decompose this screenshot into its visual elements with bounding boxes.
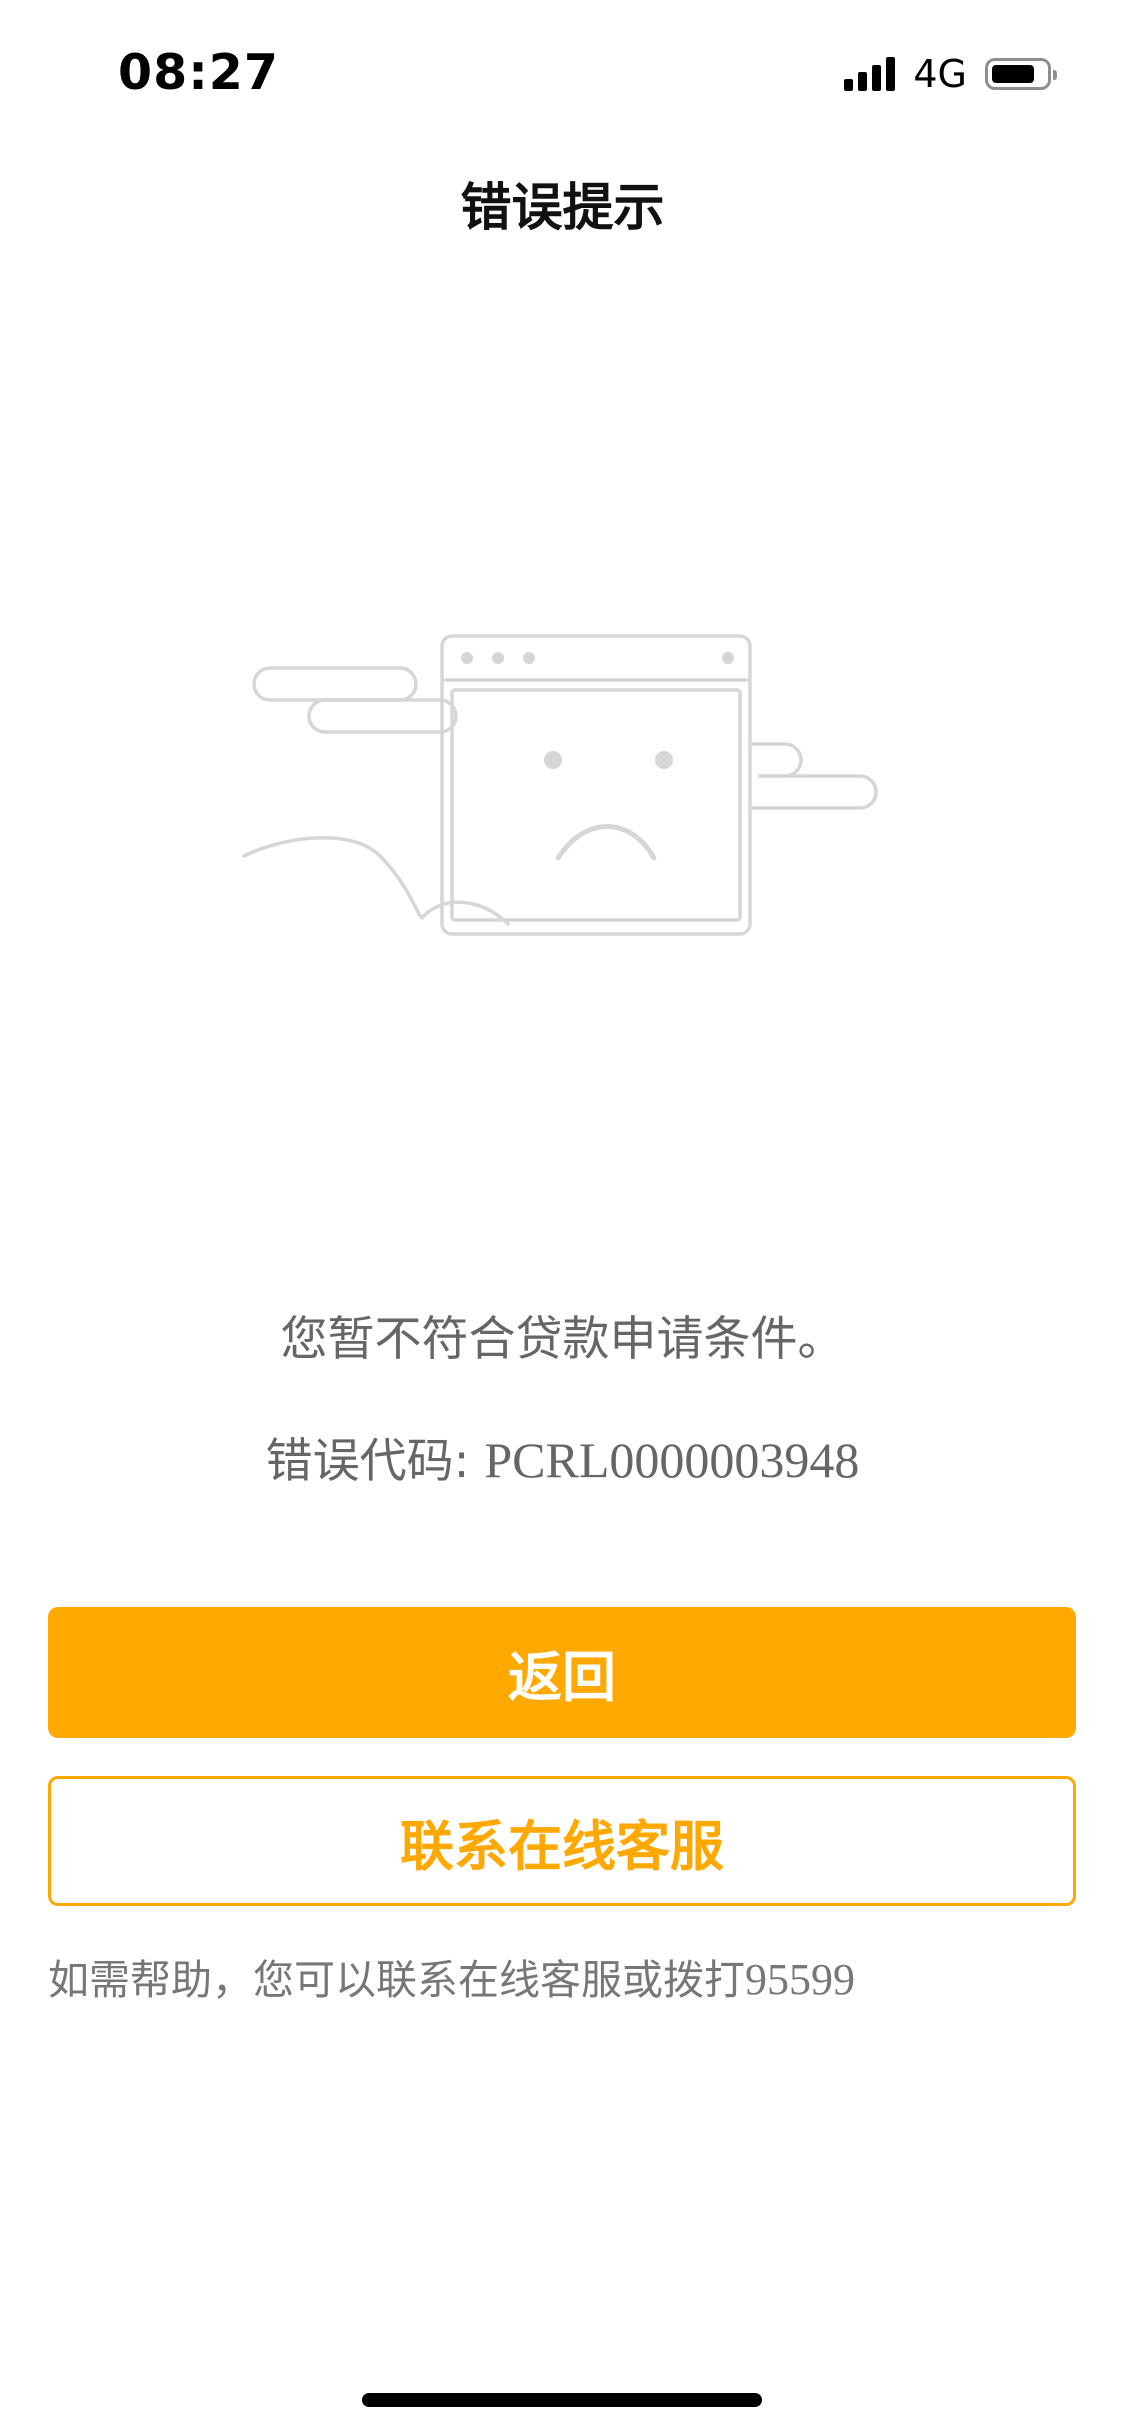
- signal-strength-icon: [844, 57, 896, 91]
- error-code-value: PCRL0000003948: [484, 1432, 860, 1488]
- help-text-label: 如需帮助，您可以联系在线客服或拨打: [48, 1956, 745, 2004]
- status-time: 08:27: [118, 44, 279, 101]
- back-button[interactable]: 返回: [48, 1607, 1076, 1738]
- sad-browser-window-icon: [242, 634, 878, 936]
- battery-cap: [1053, 70, 1057, 80]
- battery-icon: [985, 58, 1057, 90]
- error-code: 错误代码: PCRL0000003948: [0, 1422, 1125, 1491]
- home-indicator[interactable]: [362, 2393, 762, 2407]
- contact-support-button[interactable]: 联系在线客服: [48, 1776, 1076, 1906]
- battery-level: [992, 65, 1034, 83]
- help-phone-number[interactable]: 95599: [745, 1955, 855, 2004]
- error-code-label: 错误代码:: [265, 1434, 485, 1489]
- status-indicators: 4G: [844, 52, 1057, 96]
- network-type: 4G: [913, 52, 967, 96]
- error-message: 您暂不符合贷款申请条件。: [280, 1312, 845, 1367]
- page-title: 错误提示: [460, 179, 665, 238]
- error-screen: 08:27 4G 错误提示 您暂不符合贷款申请条件。 错误代码: PCRL000…: [0, 0, 1125, 2435]
- help-text: 如需帮助，您可以联系在线客服或拨打95599: [48, 1946, 855, 2006]
